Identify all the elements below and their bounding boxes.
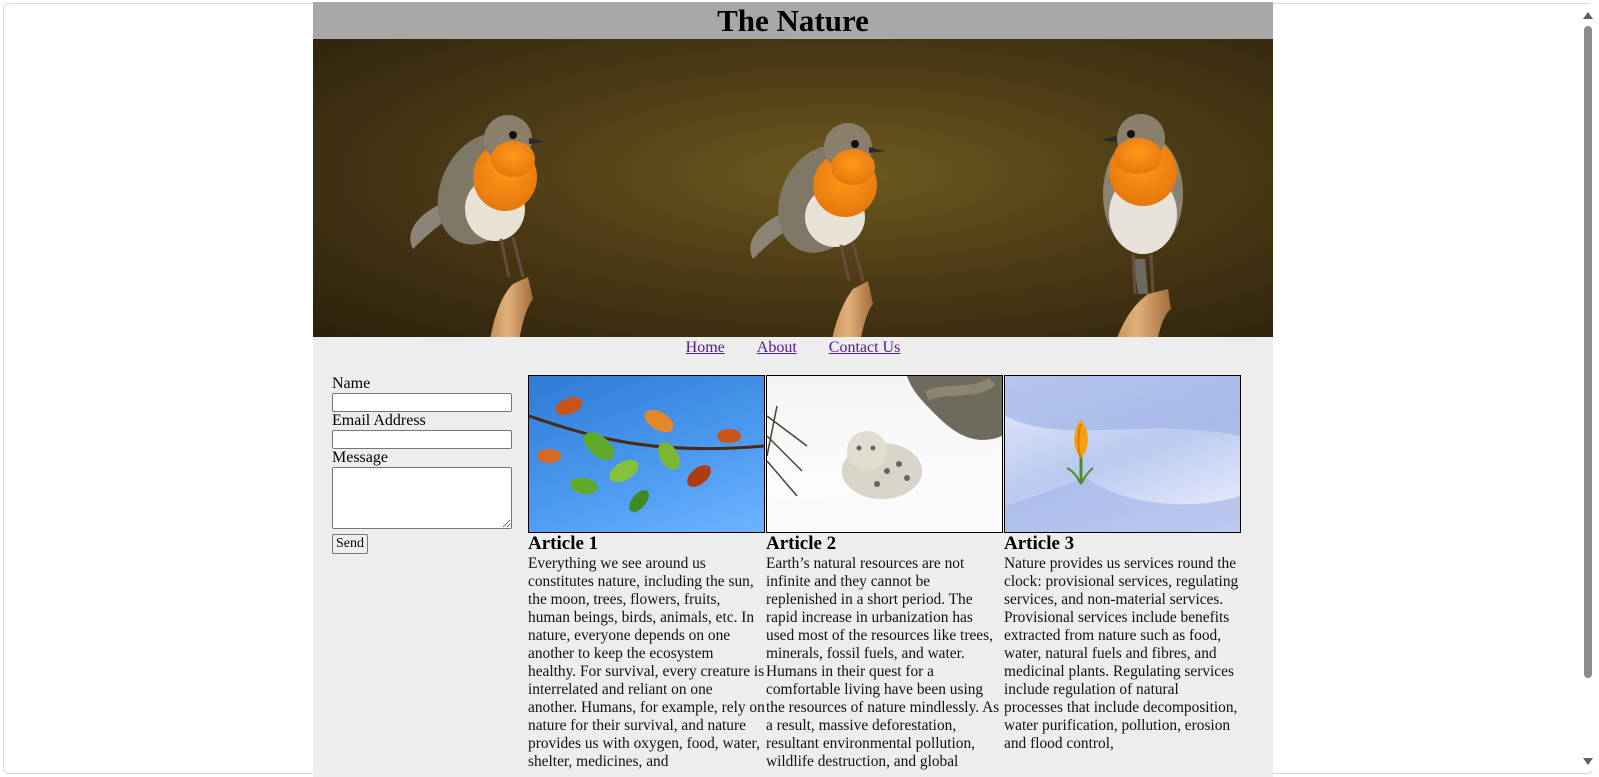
nav-link-about[interactable]: About bbox=[757, 339, 797, 356]
send-button[interactable]: Send bbox=[332, 534, 368, 554]
article-3-title: Article 3 bbox=[1004, 533, 1075, 554]
article-1-text: Everything we see around us constitutes … bbox=[528, 555, 765, 770]
scroll-down-arrow-icon[interactable] bbox=[1583, 758, 1593, 765]
robin-3 bbox=[1101, 114, 1183, 337]
article-card-1: Article 1 Everything we see around us co… bbox=[528, 375, 765, 771]
article-2-text: Earth’s natural resources are not infini… bbox=[766, 555, 1000, 770]
robin-1 bbox=[410, 115, 545, 337]
main-nav: Home About Contact Us bbox=[313, 337, 1273, 359]
article-3-image-crocus-in-snow bbox=[1004, 375, 1241, 533]
robin-2 bbox=[750, 123, 885, 337]
page-container: The Nature Home About Contact Us Name Em… bbox=[313, 2, 1273, 777]
article-3-text: Nature provides us services round the cl… bbox=[1004, 555, 1239, 752]
message-field[interactable] bbox=[332, 467, 512, 529]
article-1-image-autumn-leaves bbox=[528, 375, 765, 533]
page-title: The Nature bbox=[313, 2, 1273, 39]
nav-link-contact-us[interactable]: Contact Us bbox=[829, 339, 901, 356]
scrollbar-thumb[interactable] bbox=[1584, 26, 1592, 678]
scroll-up-arrow-icon[interactable] bbox=[1583, 12, 1593, 19]
article-card-3: Article 3 Nature provides us services ro… bbox=[1004, 375, 1241, 753]
message-label: Message bbox=[332, 449, 388, 466]
name-label: Name bbox=[332, 375, 371, 392]
nav-link-home[interactable]: Home bbox=[686, 339, 725, 356]
email-label: Email Address bbox=[332, 412, 426, 429]
article-2-title: Article 2 bbox=[766, 533, 837, 554]
contact-form: Name Email Address Message Send bbox=[332, 375, 522, 554]
email-field[interactable] bbox=[332, 430, 512, 449]
main-content: Name Email Address Message Send Article … bbox=[313, 359, 1273, 777]
vertical-scrollbar[interactable] bbox=[1580, 4, 1595, 771]
article-card-2: Article 2 Earth’s natural resources are … bbox=[766, 375, 1003, 771]
name-field[interactable] bbox=[332, 393, 512, 412]
article-1-title: Article 1 bbox=[528, 533, 599, 554]
article-2-image-snow-leopard bbox=[766, 375, 1003, 533]
hero-banner-robins bbox=[313, 39, 1273, 337]
